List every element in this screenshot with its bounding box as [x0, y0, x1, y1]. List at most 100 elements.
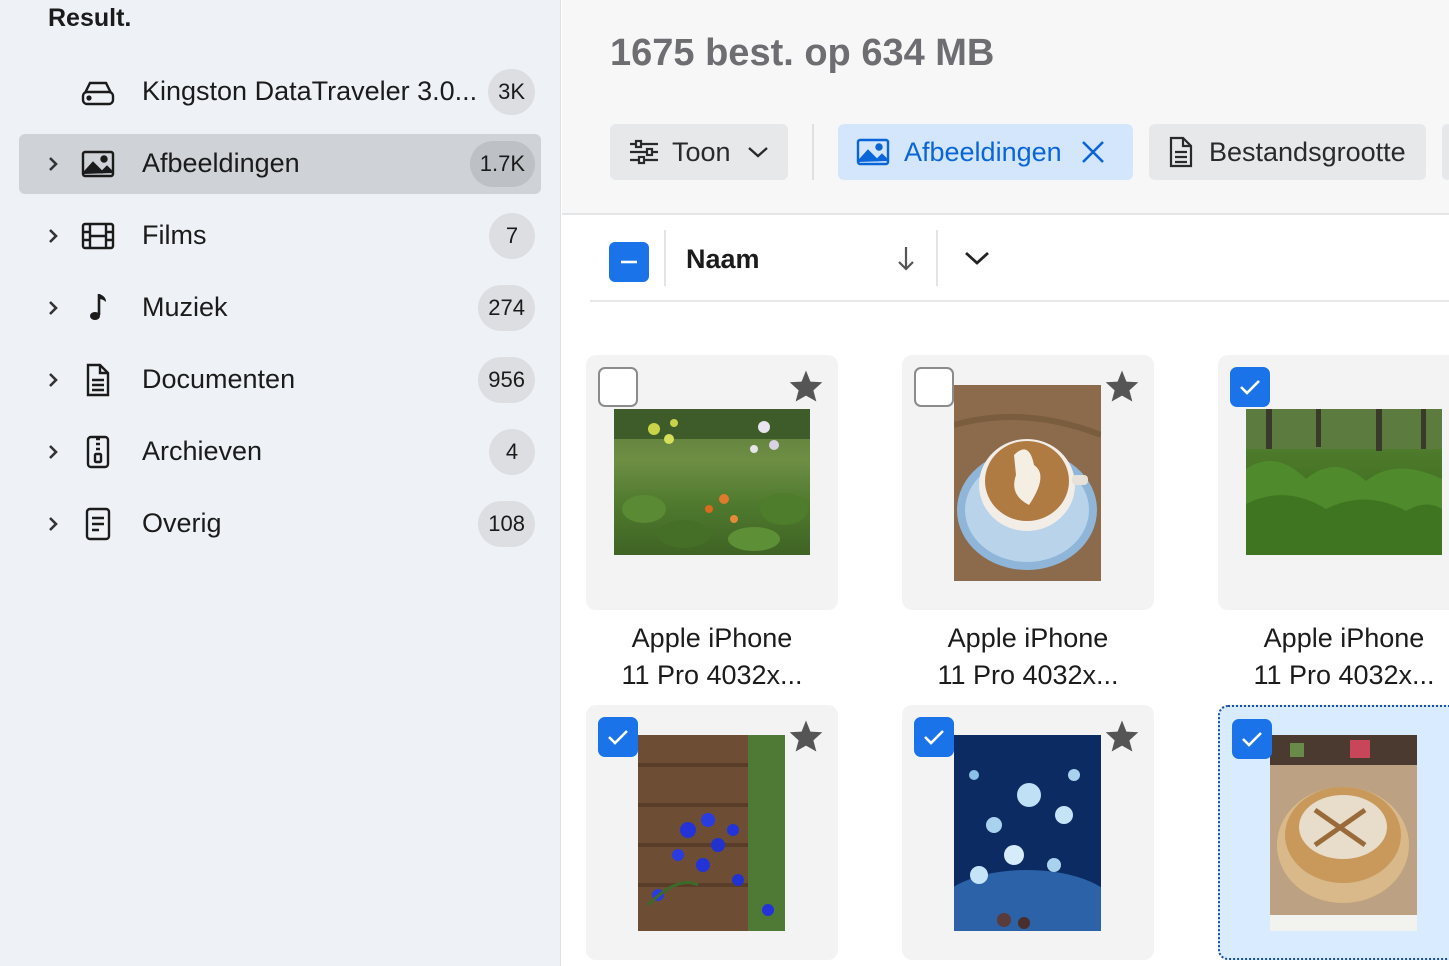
sort-field-label[interactable]: Naam: [686, 244, 760, 275]
file-name-line1: Apple iPhone: [947, 623, 1109, 653]
filter-chip-label: Afbeeldingen: [904, 136, 1062, 167]
sliders-icon: [630, 139, 658, 165]
blue-flowers-image: [638, 735, 785, 931]
sidebar-item-label: Overig: [142, 508, 222, 538]
other-file-icon: [85, 507, 111, 541]
archive-icon: [86, 435, 110, 469]
count-badge: 108: [478, 501, 535, 547]
minus-icon: [621, 260, 637, 264]
main-panel: 1675 best. op 634 MB Toon Afbeeldingen B…: [562, 0, 1449, 966]
view-options-label: Toon: [672, 136, 731, 167]
sidebar-item-label: Archieven: [142, 436, 263, 466]
chevron-down-icon: [747, 147, 768, 158]
photo-thumbnail: [1270, 735, 1417, 931]
results-summary: 1675 best. op 634 MB: [610, 32, 995, 74]
chevron-right-icon[interactable]: [43, 297, 63, 319]
sort-descending-icon[interactable]: [896, 244, 916, 274]
file-name-line2: 11 Pro 4032x...: [937, 660, 1119, 690]
star-icon[interactable]: [788, 369, 824, 403]
file-name-line1: Apple iPhone: [1263, 623, 1425, 653]
file-name-line2: 11 Pro 4032x...: [621, 660, 803, 690]
sidebar-item-label: Afbeeldingen: [142, 148, 300, 178]
file-tile[interactable]: [586, 355, 838, 610]
sidebar-item-documenten[interactable]: Documenten 956: [19, 350, 541, 410]
document-icon: [86, 363, 110, 397]
sidebar: Result. Kingston DataTraveler 3.0... 3K …: [0, 0, 561, 966]
sidebar-title: Result.: [48, 4, 132, 32]
sidebar-item-films[interactable]: Films 7: [19, 206, 541, 266]
tile-checkbox[interactable]: [1232, 719, 1272, 759]
document-icon: [1169, 136, 1193, 168]
results-header: 1675 best. op 634 MB Toon Afbeeldingen B…: [562, 0, 1449, 215]
tile-checkbox[interactable]: [598, 717, 638, 757]
chevron-right-icon[interactable]: [43, 153, 63, 175]
sidebar-item-label: Kingston DataTraveler 3.0...: [142, 76, 478, 106]
file-name: Apple iPhone 11 Pro 4032x...: [902, 620, 1154, 694]
file-tile[interactable]: [902, 705, 1154, 960]
sidebar-item-overig[interactable]: Overig 108: [19, 494, 541, 554]
count-badge: 1.7K: [469, 141, 535, 187]
sidebar-item-muziek[interactable]: Muziek 274: [19, 278, 541, 338]
count-badge: 4: [489, 429, 535, 475]
filter-chip-afbeeldingen[interactable]: Afbeeldingen: [838, 124, 1133, 180]
chevron-right-icon[interactable]: [43, 441, 63, 463]
file-name: Apple iPhone 11 Pro 4032x...: [1218, 620, 1449, 694]
sidebar-item-label: Muziek: [142, 292, 228, 322]
star-icon[interactable]: [1104, 369, 1140, 403]
photo-thumbnail: [614, 409, 810, 555]
filter-chip-label: Bestandsgrootte: [1209, 136, 1406, 167]
file-name: Apple iPhone 11 Pro 4032x...: [586, 620, 838, 694]
file-tile[interactable]: [586, 705, 838, 960]
photo-thumbnail: [638, 735, 785, 931]
star-icon[interactable]: [788, 719, 824, 753]
sidebar-item-archieven[interactable]: Archieven 4: [19, 422, 541, 482]
file-tile[interactable]: [902, 355, 1154, 610]
image-icon: [856, 138, 890, 166]
file-tile[interactable]: [1218, 355, 1449, 610]
tile-checkbox[interactable]: [1230, 367, 1270, 407]
close-icon[interactable]: [1080, 139, 1106, 165]
checkmark-icon: [1242, 732, 1262, 747]
image-icon: [81, 150, 115, 178]
sort-divider: [936, 230, 938, 286]
checkmark-icon: [924, 730, 944, 745]
sidebar-item-label: Documenten: [142, 364, 296, 394]
star-icon[interactable]: [1104, 719, 1140, 753]
checkmark-icon: [1240, 380, 1260, 395]
photo-thumbnail: [954, 385, 1101, 581]
sidebar-item-afbeeldingen[interactable]: Afbeeldingen 1.7K: [19, 134, 541, 194]
file-name-line1: Apple iPhone: [631, 623, 793, 653]
checkmark-icon: [608, 730, 628, 745]
chevron-right-icon[interactable]: [43, 513, 63, 535]
count-badge: 956: [478, 357, 535, 403]
view-options-button[interactable]: Toon: [610, 124, 788, 180]
filter-chip-more[interactable]: [1442, 124, 1449, 180]
tile-checkbox[interactable]: [598, 367, 638, 407]
count-badge: 7: [489, 213, 535, 259]
chevron-down-icon[interactable]: [964, 250, 990, 266]
sidebar-item-drive[interactable]: Kingston DataTraveler 3.0... 3K: [19, 62, 541, 122]
filter-chip-bestandsgrootte[interactable]: Bestandsgrootte: [1149, 124, 1426, 180]
ferns-image: [1246, 409, 1442, 555]
photo-thumbnail: [954, 735, 1101, 931]
flowers-image: [614, 409, 810, 551]
toolbar-divider: [812, 124, 814, 180]
count-badge: 3K: [488, 69, 535, 115]
tile-checkbox[interactable]: [914, 717, 954, 757]
tile-checkbox[interactable]: [914, 367, 954, 407]
drive-icon: [81, 81, 115, 106]
select-all-checkbox[interactable]: [609, 242, 649, 282]
bread-image: [1270, 735, 1417, 931]
chevron-right-icon[interactable]: [43, 225, 63, 247]
music-note-icon: [90, 294, 106, 320]
sidebar-item-label: Films: [142, 220, 207, 250]
sort-divider: [664, 230, 666, 286]
coffee-image: [954, 385, 1101, 581]
sort-bar: Naam: [590, 228, 1449, 302]
jellyfish-image: [954, 735, 1101, 931]
chevron-right-icon[interactable]: [43, 369, 63, 391]
count-badge: 274: [478, 285, 535, 331]
photo-thumbnail: [1246, 409, 1442, 555]
film-icon: [81, 222, 115, 250]
file-tile-focused[interactable]: [1218, 705, 1449, 960]
